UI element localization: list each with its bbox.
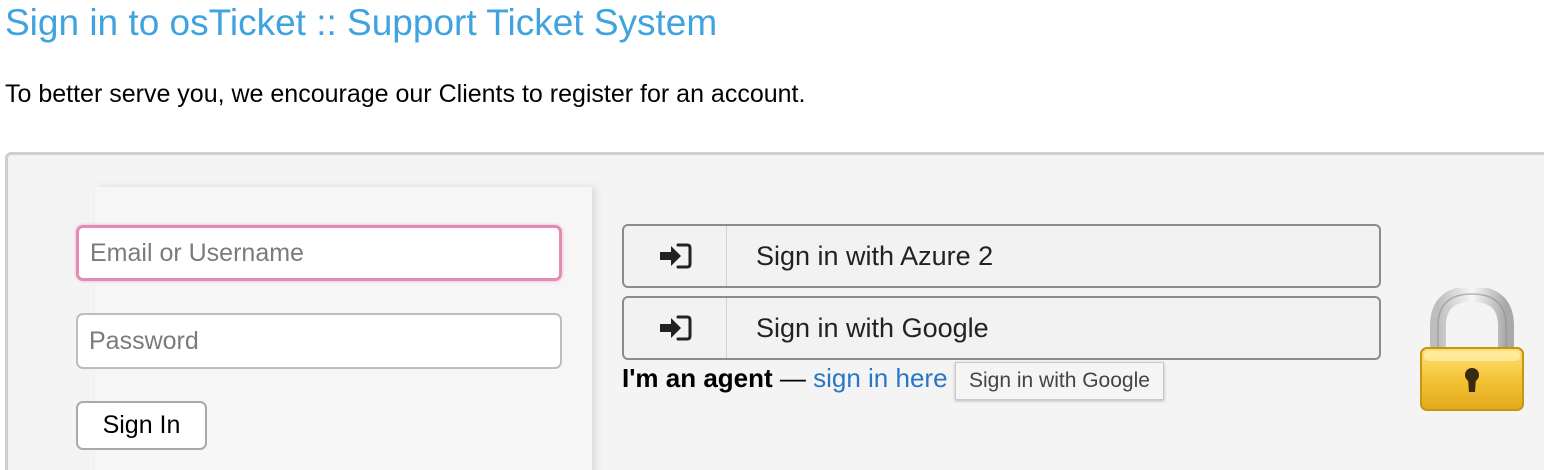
sign-in-azure-button[interactable]: Sign in with Azure 2 xyxy=(622,224,1381,288)
agent-dash: — xyxy=(772,363,814,393)
password-input[interactable] xyxy=(76,313,562,369)
login-page: Sign in to osTicket :: Support Ticket Sy… xyxy=(0,0,1544,470)
agent-signin-link[interactable]: sign in here xyxy=(813,363,947,393)
sign-in-button[interactable]: Sign In xyxy=(76,401,207,450)
sign-in-google-button[interactable]: Sign in with Google xyxy=(622,296,1381,360)
google-tooltip: Sign in with Google xyxy=(955,362,1164,400)
agent-label: I'm an agent xyxy=(622,363,773,393)
sign-in-icon xyxy=(624,298,727,358)
azure-button-label: Sign in with Azure 2 xyxy=(756,240,994,271)
agent-signin-line: I'm an agent — sign in here xyxy=(622,363,948,394)
google-button-label: Sign in with Google xyxy=(756,312,989,343)
sign-in-icon xyxy=(624,226,727,286)
intro-text: To better serve you, we encourage our Cl… xyxy=(5,80,806,108)
email-username-input[interactable] xyxy=(76,225,562,281)
padlock-icon xyxy=(1420,288,1524,411)
page-title: Sign in to osTicket :: Support Ticket Sy… xyxy=(5,2,718,43)
